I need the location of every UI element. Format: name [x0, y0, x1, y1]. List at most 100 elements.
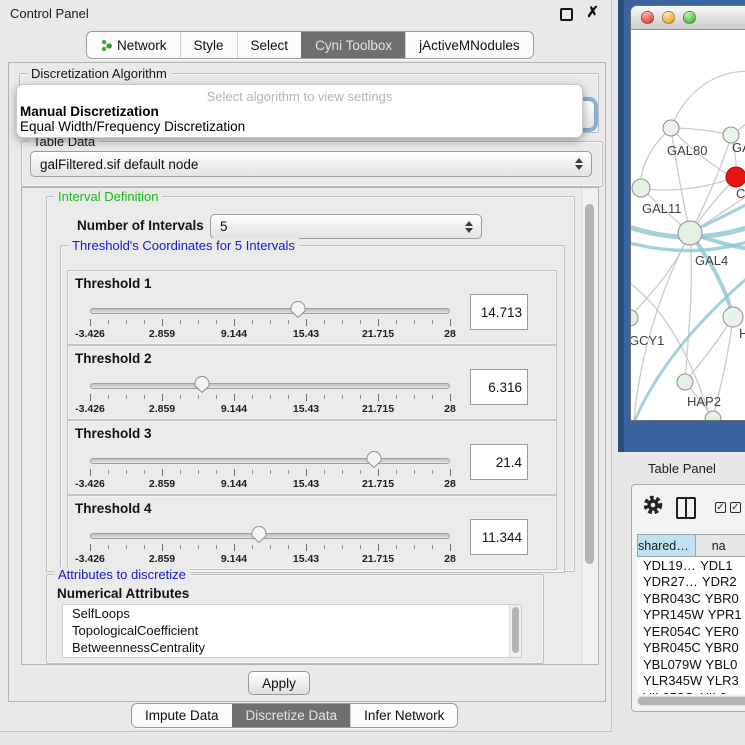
checkbox-icon[interactable]: ✓: [730, 502, 741, 513]
tick: [234, 469, 235, 476]
network-canvas[interactable]: GAL80GACGAL11GAL4GCY1HHAP2: [631, 30, 745, 420]
network-node[interactable]: [678, 221, 702, 245]
tick: [450, 319, 451, 326]
column-header-shared-name[interactable]: shared…: [637, 534, 696, 557]
tab-impute-data[interactable]: Impute Data: [132, 704, 232, 727]
slider-track[interactable]: [90, 458, 450, 464]
checkbox-icon[interactable]: ✓: [715, 502, 726, 513]
slider-thumb-icon[interactable]: [366, 450, 383, 469]
tab-cyni-toolbox[interactable]: Cyni Toolbox: [301, 32, 405, 58]
threshold-value-field[interactable]: 14.713: [470, 294, 528, 330]
threshold-panel: Threshold 1 -3.4262.8599.14415.4321.7152…: [67, 270, 557, 345]
slider-thumb-icon[interactable]: [289, 300, 306, 319]
threshold-value-field[interactable]: 21.4: [470, 444, 528, 480]
zoom-traffic-light-icon[interactable]: [683, 11, 696, 24]
table-row[interactable]: YBR043CYBR0: [637, 590, 745, 607]
threshold-value-field[interactable]: 6.316: [470, 369, 528, 405]
cell-name: YIL0: [696, 689, 745, 694]
numerical-attributes-list[interactable]: SelfLoopsTopologicalCoefficientBetweenne…: [62, 604, 522, 658]
table-row[interactable]: YPR145WYPR1: [637, 607, 745, 624]
slider-tick-labels: -3.4262.8599.14415.4321.71528: [90, 328, 450, 340]
attribute-list-item[interactable]: SelfLoops: [63, 605, 521, 622]
network-window-titlebar[interactable]: [631, 6, 745, 30]
attribute-list-item[interactable]: TopologicalCoefficient: [63, 622, 521, 639]
network-node[interactable]: [723, 307, 743, 327]
tab-infer-network[interactable]: Infer Network: [350, 704, 457, 727]
table-row[interactable]: YER054CYER0: [637, 623, 745, 640]
panel-scrollbar-thumb[interactable]: [585, 204, 594, 564]
gear-icon[interactable]: [642, 494, 664, 516]
tab-label: Select: [251, 38, 289, 53]
tab-style[interactable]: Style: [180, 32, 237, 58]
table-body: YDL19…YDL1YDR27…YDR2YBR043CYBR0YPR145WYP…: [637, 557, 745, 694]
threshold-panel: Threshold 3 -3.4262.8599.14415.4321.7152…: [67, 420, 557, 495]
tick: [180, 320, 181, 324]
panel-scrollbar[interactable]: [581, 188, 598, 664]
threshold-slider[interactable]: [90, 457, 450, 465]
tick: [126, 320, 127, 324]
tick-label: 28: [444, 328, 456, 340]
tick: [162, 469, 163, 476]
thresholds-group: Threshold's Coordinates for 5 Intervals …: [60, 245, 565, 573]
network-node[interactable]: [677, 374, 693, 390]
number-of-intervals-combobox[interactable]: 5: [210, 214, 482, 239]
threshold-slider[interactable]: [90, 382, 450, 390]
slider-track[interactable]: [90, 383, 450, 389]
float-window-icon[interactable]: [560, 8, 573, 21]
tick: [288, 320, 289, 324]
tick: [144, 395, 145, 399]
network-node[interactable]: [632, 179, 650, 197]
split-columns-icon[interactable]: [676, 497, 696, 519]
table-hscrollbar-thumb[interactable]: [638, 697, 745, 705]
table-header-row: shared… na: [637, 534, 745, 557]
list-scrollbar-thumb[interactable]: [512, 607, 519, 653]
tick: [180, 470, 181, 474]
dropdown-option-manual[interactable]: Manual Discretization: [20, 104, 159, 119]
tick-label: 15.43: [293, 553, 319, 565]
threshold-value-field[interactable]: 11.344: [470, 519, 528, 555]
threshold-slider[interactable]: [90, 307, 450, 315]
table-data-combobox[interactable]: galFiltered.sif default node: [30, 151, 592, 177]
tick: [396, 470, 397, 474]
tick: [216, 545, 217, 549]
group-title-algorithm: Discretization Algorithm: [27, 66, 171, 81]
slider-thumb-icon[interactable]: [251, 525, 268, 544]
network-node[interactable]: [726, 167, 745, 187]
table-horizontal-scrollbar[interactable]: [637, 696, 745, 706]
network-edge: [685, 317, 733, 382]
table-row[interactable]: YIL052CYIL0: [637, 689, 745, 694]
minimize-traffic-light-icon[interactable]: [662, 11, 675, 24]
slider-track[interactable]: [90, 308, 450, 314]
network-node[interactable]: [705, 411, 721, 420]
tick: [198, 470, 199, 474]
table-row[interactable]: YBR045CYBR0: [637, 640, 745, 657]
attribute-list-item[interactable]: BetweennessCentrality: [63, 639, 521, 656]
slider-track[interactable]: [90, 533, 450, 539]
tab-select[interactable]: Select: [237, 32, 302, 58]
threshold-slider[interactable]: [90, 532, 450, 540]
table-row[interactable]: YDL19…YDL1: [637, 557, 745, 574]
table-row[interactable]: YBL079WYBL0: [637, 656, 745, 673]
apply-button[interactable]: Apply: [248, 671, 310, 695]
tab-jactivemnodules[interactable]: jActiveMNodules: [405, 32, 533, 58]
close-window-icon[interactable]: ✗: [586, 3, 599, 21]
table-row[interactable]: YLR345WYLR3: [637, 673, 745, 690]
numerical-attributes-label: Numerical Attributes: [57, 586, 189, 601]
tick: [450, 394, 451, 401]
close-traffic-light-icon[interactable]: [641, 11, 654, 24]
tick: [432, 320, 433, 324]
threshold-label: Threshold 3: [75, 426, 152, 441]
network-node[interactable]: [663, 120, 679, 136]
attributes-group: Attributes to discretize Numerical Attri…: [46, 574, 544, 664]
table-row[interactable]: YDR27…YDR2: [637, 574, 745, 591]
slider-ticks: [90, 469, 450, 477]
slider-ticks: [90, 394, 450, 402]
network-node[interactable]: [631, 310, 638, 326]
node-label: GAL80: [667, 143, 707, 158]
tab-discretize-data[interactable]: Discretize Data: [232, 704, 351, 727]
column-header-name[interactable]: na: [696, 534, 745, 557]
dropdown-option-equal-width[interactable]: Equal Width/Frequency Discretization: [20, 119, 245, 134]
slider-thumb-icon[interactable]: [193, 375, 210, 394]
list-scrollbar[interactable]: [509, 605, 521, 657]
tab-network[interactable]: Network: [87, 32, 180, 58]
